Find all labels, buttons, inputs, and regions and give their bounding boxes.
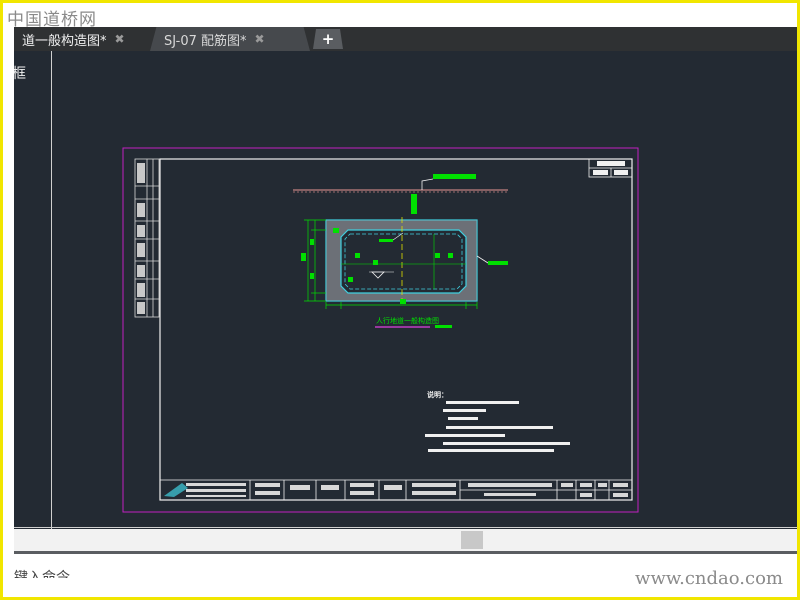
command-line-prompt: 键入命令: [14, 570, 70, 578]
screenshot-frame: 中国道桥网 道一般构造图* ✖ SJ-07 配筋图* ✖ + 框: [0, 0, 800, 600]
culvert-section: [325, 217, 508, 304]
drawing-caption: 人行地道一般构造图: [376, 316, 439, 325]
watermark-bottom: www.cndao.com: [635, 568, 783, 589]
watermark-top: 中国道桥网: [7, 10, 97, 30]
left-dimension-lines: [304, 219, 326, 302]
close-icon[interactable]: ✖: [115, 32, 125, 46]
drawing-canvas[interactable]: 框: [14, 51, 798, 529]
drawing-frame: [159, 158, 633, 501]
new-tab-plus-icon[interactable]: +: [313, 29, 343, 49]
tab-sj07-reinforcement[interactable]: SJ-07 配筋图* ✖: [150, 27, 310, 51]
ground-line: [293, 174, 508, 214]
tab-label: SJ-07 配筋图*: [164, 33, 247, 49]
tab-label: 道一般构造图*: [22, 33, 107, 49]
notes-text-lines: [425, 401, 570, 452]
left-dimension-text: [301, 239, 314, 279]
notes-heading: 说明：: [427, 390, 448, 399]
sheet-boundary: [122, 147, 639, 513]
tab-general-structure[interactable]: 道一般构造图* ✖: [14, 27, 146, 51]
close-icon[interactable]: ✖: [255, 32, 265, 46]
cad-drawing[interactable]: 人行地道一般构造图 说明：: [14, 51, 798, 529]
horizontal-scrollbar[interactable]: [14, 529, 797, 551]
document-tab-bar: 道一般构造图* ✖ SJ-07 配筋图* ✖ +: [14, 27, 797, 51]
scrollbar-thumb[interactable]: [461, 531, 483, 549]
top-right-title-box: [588, 158, 633, 178]
